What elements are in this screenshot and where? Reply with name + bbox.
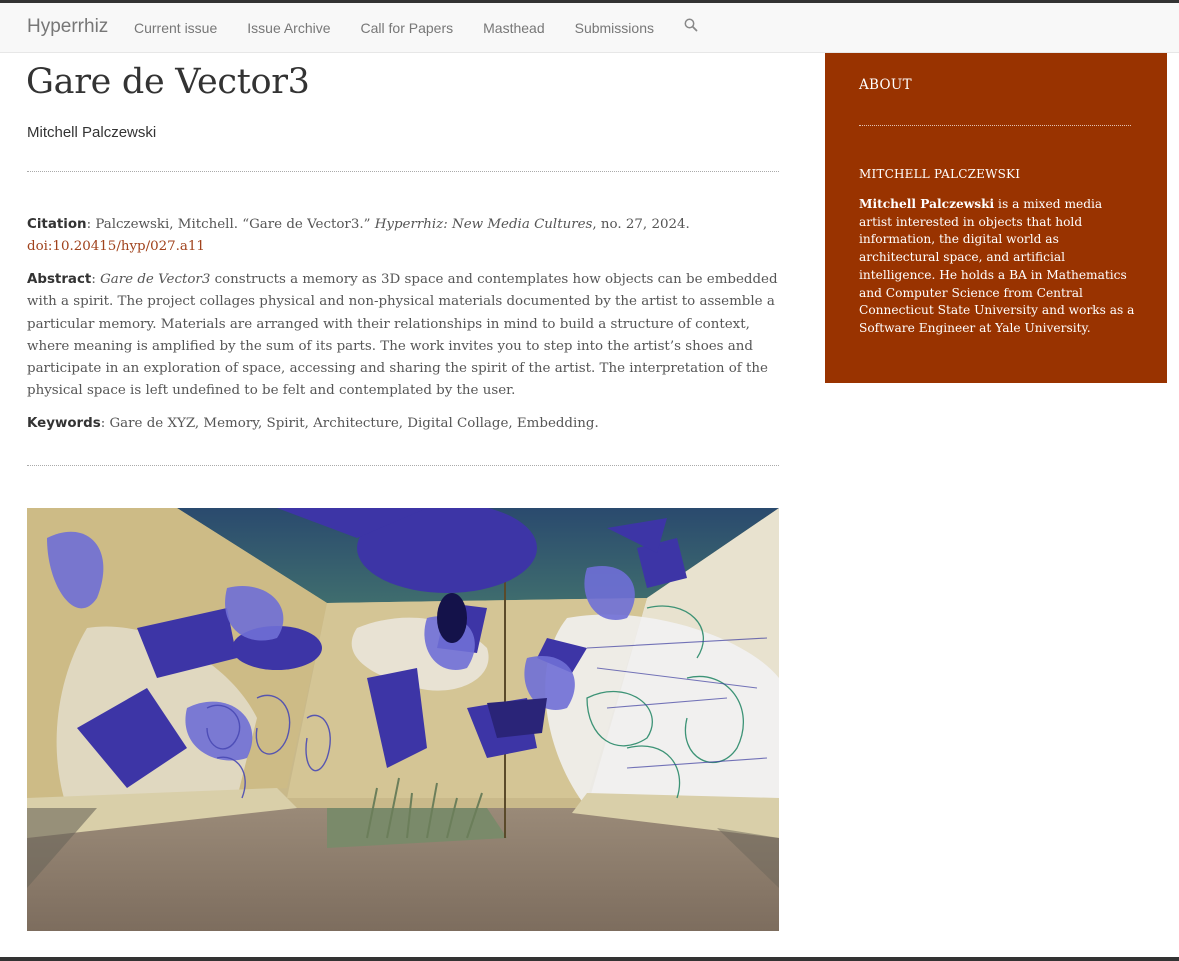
nav-call-for-papers[interactable]: Call for Papers: [361, 20, 454, 36]
nav-masthead[interactable]: Masthead: [483, 20, 544, 36]
citation-journal: Hyperrhiz: New Media Cultures: [374, 217, 593, 232]
abstract-text: constructs a memory as 3D space and cont…: [27, 272, 778, 399]
citation: Citation: Palczewski, Mitchell. “Gare de…: [27, 214, 787, 259]
citation-text-before: : Palczewski, Mitchell. “Gare de Vector3…: [86, 217, 375, 232]
citation-text-after: , no. 27, 2024.: [592, 217, 690, 232]
article-author: Mitchell Palczewski: [27, 124, 157, 141]
navbar: Hyperrhiz Current issue Issue Archive Ca…: [0, 3, 1179, 53]
bio-heading: MITCHELL PALCZEWSKI: [859, 167, 1021, 181]
bio-text: Mitchell Palczewski is a mixed media art…: [859, 196, 1139, 338]
article-title: Gare de Vector3: [26, 62, 310, 102]
nav-menu: Current issue Issue Archive Call for Pap…: [134, 3, 684, 53]
abstract-label: Abstract: [27, 272, 92, 287]
divider-bottom: [27, 465, 779, 466]
about-title: ABOUT: [859, 77, 912, 93]
nav-submissions[interactable]: Submissions: [575, 20, 654, 36]
bio-body: is a mixed media artist interested in ob…: [859, 197, 1135, 335]
about-sidebar: ABOUT MITCHELL PALCZEWSKI Mitchell Palcz…: [825, 53, 1167, 383]
abstract-title: Gare de Vector3: [100, 272, 211, 287]
abstract-colon: :: [91, 272, 101, 287]
abstract: Abstract: Gare de Vector3 constructs a m…: [27, 269, 787, 403]
keywords-label: Keywords: [27, 416, 101, 431]
about-divider: [859, 125, 1131, 126]
artwork-image: [27, 508, 779, 931]
search-icon[interactable]: [683, 17, 699, 33]
citation-label: Citation: [27, 217, 87, 232]
brand-link[interactable]: Hyperrhiz: [27, 16, 108, 38]
keywords: Keywords: Gare de XYZ, Memory, Spirit, A…: [27, 413, 787, 435]
divider-top: [27, 171, 779, 172]
bottom-border: [0, 957, 1179, 961]
keywords-text: : Gare de XYZ, Memory, Spirit, Architect…: [100, 416, 599, 431]
bio-name: Mitchell Palczewski: [859, 197, 995, 211]
nav-issue-archive[interactable]: Issue Archive: [247, 20, 330, 36]
doi-link[interactable]: doi:10.20415/hyp/027.a11: [27, 239, 205, 254]
nav-current-issue[interactable]: Current issue: [134, 20, 217, 36]
